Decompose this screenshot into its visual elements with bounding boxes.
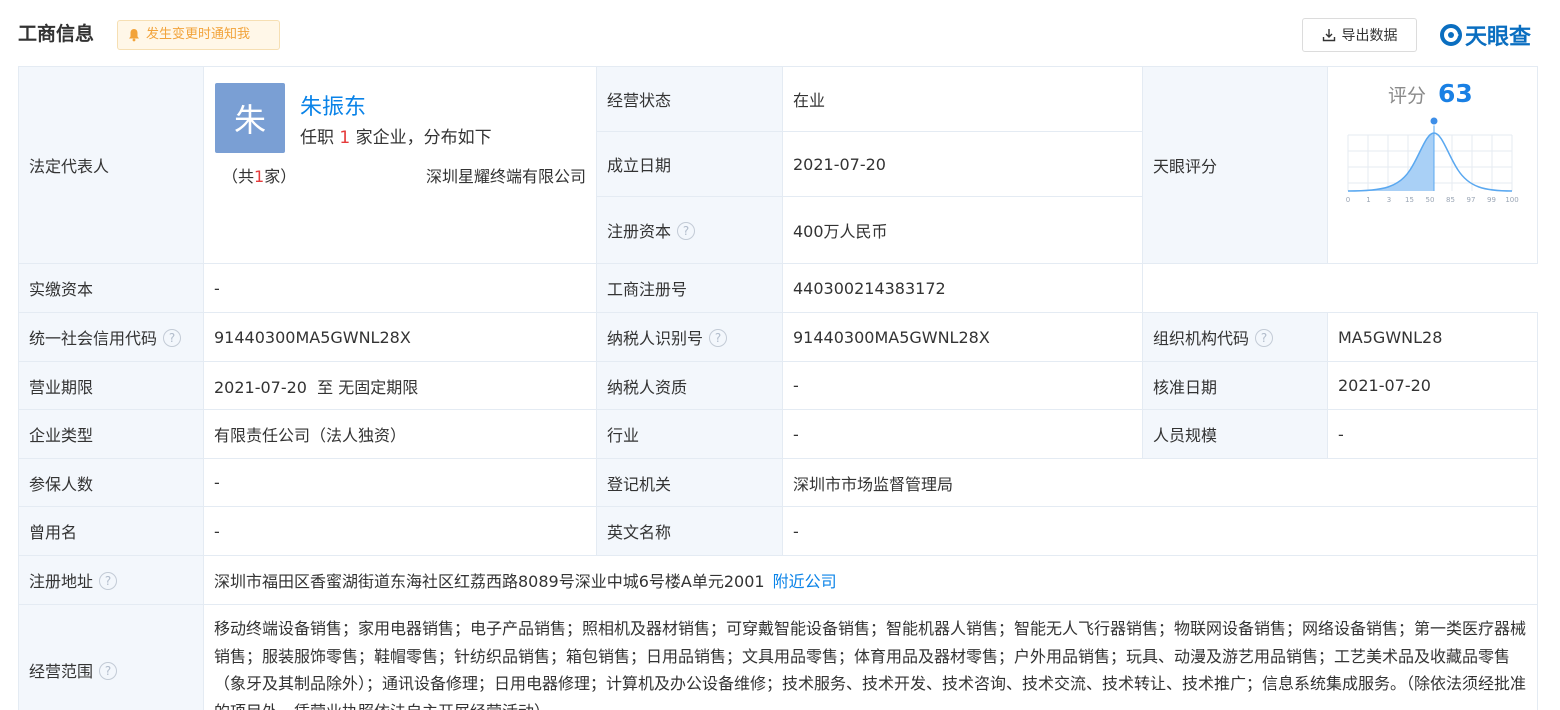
taxpayer-id-value: 91440300MA5GWNL28X [782,312,1143,362]
credit-code-label: 统一社会信用代码 [29,329,158,348]
status-value: 在业 [782,65,1143,133]
insured-value: - [203,458,597,507]
industry-value: - [782,409,1143,459]
score-distribution-chart: 0 1 3 15 50 85 97 99 100 [1346,116,1519,204]
taxpayer-qual-label: 纳税人资质 [596,361,783,410]
desc-suffix: 家企业，分布如下 [355,128,492,148]
export-data-button[interactable]: 导出数据 [1302,18,1417,52]
taxpayer-id-label-cell: 纳税人识别号? [596,312,783,362]
address-cell: 深圳市福田区香蜜湖街道东海社区红荔西路8089号深业中城6号楼A单元2001 附近… [203,555,1538,605]
axis-tick-label: 99 [1487,196,1496,204]
bell-curve-fill [1348,133,1434,191]
axis-tick-label: 85 [1446,196,1455,204]
count-suffix: 家） [264,167,297,186]
download-icon [1322,29,1335,42]
company-type-value: 有限责任公司（法人独资） [203,409,597,459]
reg-no-value: 440300214383172 [782,263,1143,313]
business-info-table: 法定代表人 朱 朱振东 任职 1 家企业，分布如下 （共1家） 深圳星耀终端有限… [18,65,1538,710]
approve-date-label: 核准日期 [1142,361,1328,410]
legal-rep-label: 法定代表人 [18,66,204,264]
tianyancha-logo[interactable]: 天眼查 [1440,20,1531,50]
score-head: 评分 63 [1388,79,1473,108]
scope-label: 经营范围 [29,662,94,681]
axis-tick-label: 3 [1387,196,1391,204]
reg-capital-value: 400万人民币 [782,196,1143,264]
score-cell[interactable]: 评分 63 0 1 3 15 50 85 97 99 100 [1327,66,1538,264]
founded-label: 成立日期 [596,131,783,198]
axis-tick-label: 97 [1467,196,1476,204]
insured-label: 参保人数 [18,458,204,507]
address-value: 深圳市福田区香蜜湖街道东海社区红荔西路8089号深业中城6号楼A单元2001 [214,572,765,591]
score-value: 63 [1438,79,1473,108]
desc-count: 1 [339,128,351,148]
help-icon[interactable]: ? [163,329,182,347]
section-title: 工商信息 [18,23,95,45]
paid-capital-label: 实缴资本 [18,263,204,313]
approve-date-value: 2021-07-20 [1327,361,1538,410]
address-label-cell: 注册地址? [18,555,204,605]
axis-tick-label: 15 [1405,196,1414,204]
notify-label: 发生变更时通知我 [146,27,251,42]
reg-no-label: 工商注册号 [596,263,783,313]
term-label: 营业期限 [18,361,204,410]
reg-authority-label: 登记机关 [596,458,783,507]
term-value: 2021-07-20 至 无固定期限 [203,361,597,410]
scope-value: 移动终端设备销售；家用电器销售；电子产品销售；照相机及器材销售；可穿戴智能设备销… [203,604,1538,710]
reg-capital-label: 注册资本 [607,222,672,242]
company-type-label: 企业类型 [18,409,204,459]
address-label: 注册地址 [29,572,94,591]
english-name-value: - [782,506,1538,556]
taxpayer-qual-value: - [782,361,1143,410]
reg-capital-label-cell: 注册资本? [596,196,783,264]
credit-code-label-cell: 统一社会信用代码? [18,312,204,362]
help-icon[interactable]: ? [709,329,728,347]
org-code-label: 组织机构代码 [1153,329,1250,348]
former-name-label: 曾用名 [18,506,204,556]
notify-change-button[interactable]: 发生变更时通知我 [117,20,280,50]
taxpayer-id-label: 纳税人识别号 [607,329,704,348]
help-icon[interactable]: ? [1255,329,1274,347]
org-code-label-cell: 组织机构代码? [1142,312,1328,362]
score-head-label: 评分 [1388,85,1427,107]
help-icon[interactable]: ? [99,572,118,590]
score-label: 天眼评分 [1142,66,1328,264]
status-label: 经营状态 [596,65,783,133]
help-icon[interactable]: ? [99,662,118,680]
export-label: 导出数据 [1341,28,1398,44]
company-count: （共1家） [222,163,296,187]
scope-label-cell: 经营范围? [18,604,204,710]
desc-prefix: 任职 [300,128,334,148]
section-header: 工商信息 发生变更时通知我 导出数据 天眼查 [0,0,1560,66]
legal-rep-desc: 任职 1 家企业，分布如下 [300,123,492,148]
axis-tick-label: 100 [1505,196,1518,204]
former-name-value: - [203,506,597,556]
logo-mark-icon [1440,24,1462,46]
staff-size-label: 人员规模 [1142,409,1328,459]
axis-tick-label: 1 [1366,196,1370,204]
related-company-link[interactable]: 深圳星耀终端有限公司 [426,163,586,187]
bell-icon [129,29,139,42]
paid-capital-value: - [203,263,597,313]
legal-rep-cell: 朱 朱振东 任职 1 家企业，分布如下 （共1家） 深圳星耀终端有限公司 [203,66,597,264]
nearby-companies-link[interactable]: 附近公司 [773,572,837,591]
axis-tick-label: 50 [1426,196,1435,204]
english-name-label: 英文名称 [596,506,783,556]
count-prefix: （共 [222,167,255,186]
reg-authority-value: 深圳市市场监督管理局 [782,458,1538,507]
credit-code-value: 91440300MA5GWNL28X [203,312,597,362]
logo-text: 天眼查 [1465,25,1532,50]
help-icon[interactable]: ? [677,222,696,241]
staff-size-value: - [1327,409,1538,459]
founded-value: 2021-07-20 [782,131,1143,198]
org-code-value: MA5GWNL28 [1327,312,1538,362]
score-marker [1429,116,1439,126]
count-num: 1 [254,167,265,186]
avatar[interactable]: 朱 [215,83,285,153]
axis-tick-label: 0 [1346,196,1350,204]
legal-rep-name[interactable]: 朱振东 [300,89,366,121]
industry-label: 行业 [596,409,783,459]
